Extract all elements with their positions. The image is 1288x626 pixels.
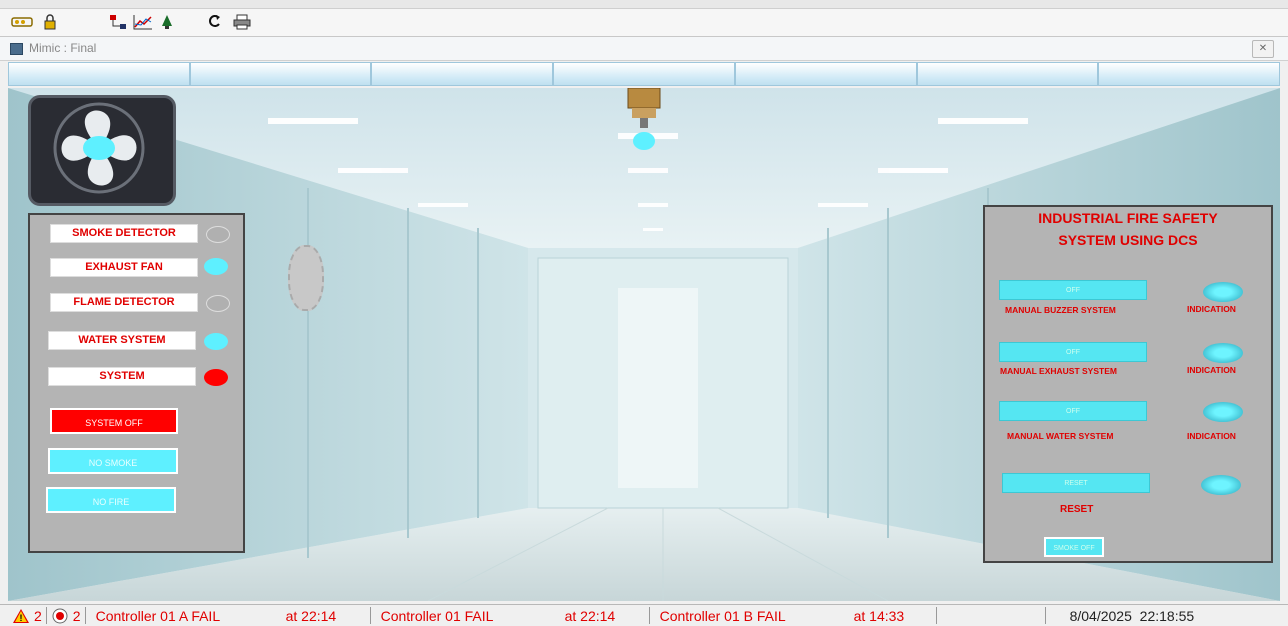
reset-button[interactable]: RESET — [1002, 473, 1150, 493]
tab-5[interactable] — [734, 62, 917, 86]
panel-title-line1: INDUSTRIAL FIRE SAFETY — [1038, 210, 1218, 226]
exhaust-fan-lamp — [204, 258, 228, 275]
close-button[interactable]: ✕ — [1252, 40, 1274, 58]
flame-detector-lamp — [206, 295, 230, 312]
alarm-count: 2 — [34, 607, 42, 624]
no-smoke-button[interactable]: NO SMOKE — [48, 448, 178, 474]
tab-3[interactable] — [371, 62, 554, 86]
device-icon[interactable] — [10, 13, 34, 31]
no-fire-button[interactable]: NO FIRE — [46, 487, 176, 513]
alarm-warning-icon[interactable]: ! — [12, 608, 30, 624]
system-off-button[interactable]: SYSTEM OFF — [50, 408, 178, 434]
divider — [369, 607, 371, 624]
smoke-off-button[interactable]: SMOKE OFF — [1044, 537, 1104, 557]
system-label: SYSTEM — [48, 367, 196, 386]
reset-indicator — [1201, 475, 1241, 495]
water-system-lamp — [204, 333, 228, 350]
water-label: MANUAL WATER SYSTEM — [1007, 431, 1114, 441]
top-strip — [0, 0, 1288, 9]
buzzer-toggle-button[interactable]: OFF — [999, 280, 1147, 300]
tab-bar — [8, 62, 1281, 88]
window-title: Mimic : Final — [29, 41, 97, 55]
svg-text:!: ! — [20, 613, 23, 623]
smoke-indicator — [288, 245, 324, 311]
alarm-time-3: at 14:33 — [853, 607, 905, 624]
alarm-message-1[interactable]: Controller 01 A FAIL — [96, 608, 286, 624]
lock-icon[interactable] — [40, 13, 60, 31]
window-icon — [10, 43, 23, 55]
fault-count: 2 — [72, 607, 81, 624]
alarm-message-3[interactable]: Controller 01 B FAIL — [660, 608, 854, 624]
water-indication-label: INDICATION — [1187, 431, 1236, 441]
exhaust-label: MANUAL EXHAUST SYSTEM — [1000, 366, 1117, 376]
alarm-time-2: at 22:14 — [564, 607, 616, 624]
exhaust-fan-icon — [28, 95, 176, 206]
refresh-icon[interactable] — [206, 13, 224, 31]
alarm-time-1: at 22:14 — [285, 607, 337, 624]
toolbar — [0, 9, 1288, 37]
sprinkler-icon — [622, 87, 666, 154]
exhaust-indicator — [1203, 343, 1243, 363]
tab-4[interactable] — [553, 62, 735, 86]
divider — [45, 607, 47, 624]
buzzer-indicator — [1203, 282, 1243, 302]
exhaust-toggle-button[interactable]: OFF — [999, 342, 1147, 362]
exhaust-fan-label: EXHAUST FAN — [50, 258, 198, 277]
smoke-detector-label: SMOKE DETECTOR — [50, 224, 198, 243]
tab-6[interactable] — [916, 62, 1099, 86]
status-panel: SMOKE DETECTOR EXHAUST FAN FLAME DETECTO… — [28, 213, 245, 553]
control-panel: INDUSTRIAL FIRE SAFETY SYSTEM USING DCS … — [983, 205, 1273, 563]
tab-7[interactable] — [1098, 62, 1281, 86]
buzzer-label: MANUAL BUZZER SYSTEM — [1005, 305, 1116, 315]
trend-icon[interactable] — [132, 13, 154, 31]
system-lamp — [204, 369, 228, 386]
tab-2[interactable] — [189, 62, 372, 86]
network-icon[interactable] — [108, 13, 128, 31]
divider — [84, 607, 86, 624]
divider — [648, 607, 650, 624]
water-system-label: WATER SYSTEM — [48, 331, 196, 350]
buzzer-indication-label: INDICATION — [1187, 304, 1236, 314]
smoke-detector-lamp — [206, 226, 230, 243]
divider — [935, 607, 937, 624]
fault-icon[interactable] — [51, 608, 69, 624]
tab-1[interactable] — [8, 62, 190, 86]
alarm-message-2[interactable]: Controller 01 FAIL — [381, 608, 565, 624]
status-bar: ! 2 2 Controller 01 A FAIL at 22:14 Cont… — [0, 604, 1288, 626]
window-titlebar: Mimic : Final ✕ — [0, 37, 1288, 61]
reset-label: RESET — [1060, 504, 1094, 515]
divider — [1044, 607, 1046, 624]
water-indicator — [1203, 402, 1243, 422]
alarm-bell-icon[interactable] — [158, 13, 176, 31]
panel-title-line2: SYSTEM USING DCS — [1058, 232, 1198, 248]
exhaust-indication-label: INDICATION — [1187, 365, 1236, 375]
datetime-display: 8/04/2025 22:18:55 — [1069, 607, 1195, 624]
water-toggle-button[interactable]: OFF — [999, 401, 1147, 421]
print-icon[interactable] — [232, 13, 252, 31]
flame-detector-label: FLAME DETECTOR — [50, 293, 198, 312]
